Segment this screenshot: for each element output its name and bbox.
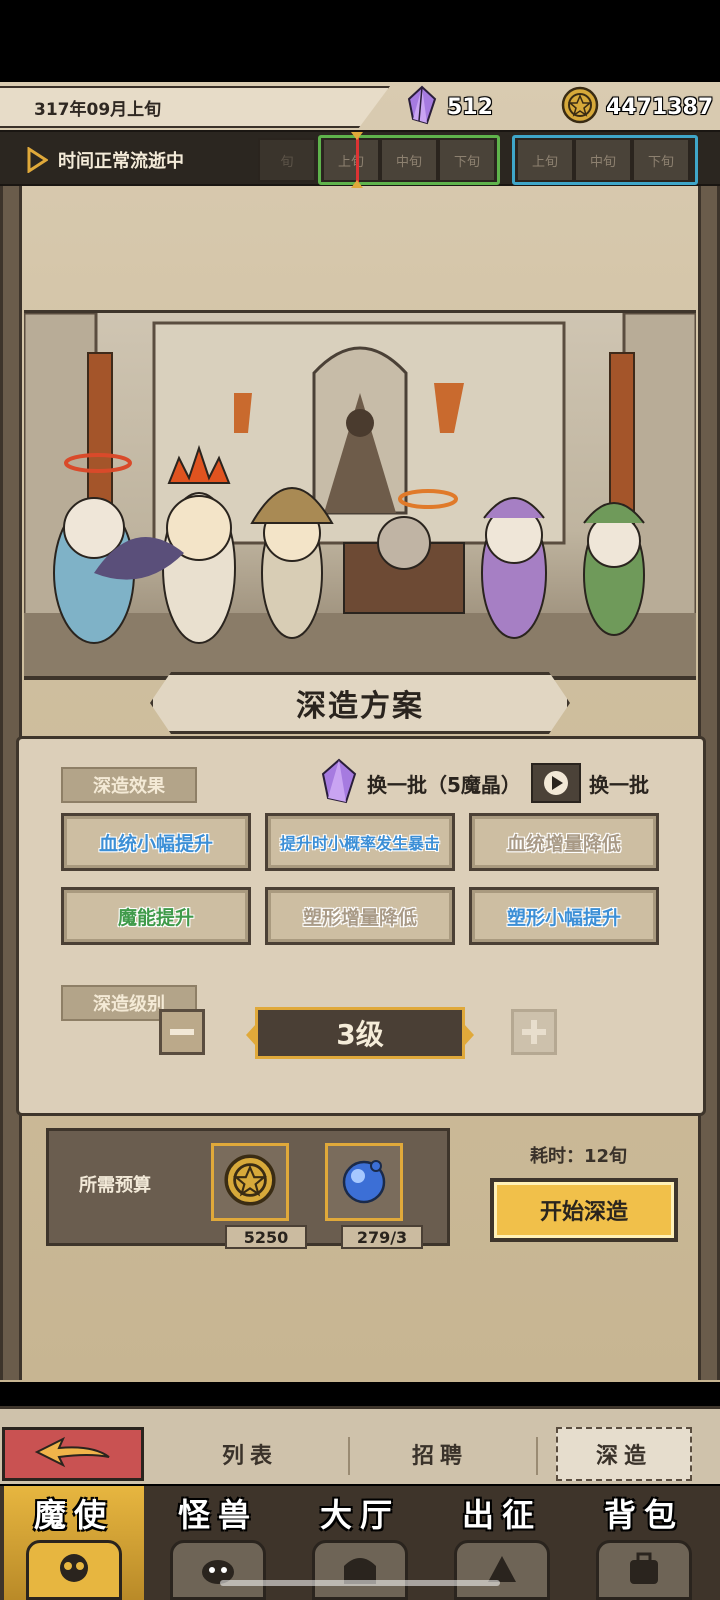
gold-coin-icon bbox=[222, 1152, 278, 1212]
tab-divider bbox=[348, 1437, 350, 1475]
effect-option[interactable]: 血统小幅提升 bbox=[61, 813, 251, 871]
effect-option[interactable]: 血统增量降低 bbox=[469, 813, 659, 871]
effect-label: 塑形小幅提升 bbox=[506, 906, 621, 929]
level-value: 3级 bbox=[336, 1018, 384, 1051]
nav-item-demon[interactable]: 魔使 bbox=[4, 1486, 144, 1600]
orb-cost-value: 279/3 bbox=[341, 1225, 423, 1249]
effect-option[interactable]: 魔能提升 bbox=[61, 887, 251, 945]
characters-scene bbox=[24, 310, 696, 680]
nav-label: 出征 bbox=[461, 1496, 542, 1534]
nav-item-backpack[interactable]: 背包 bbox=[574, 1486, 714, 1600]
time-cost: 耗时：12旬 bbox=[530, 1146, 628, 1167]
effect-label: 魔能提升 bbox=[117, 906, 194, 929]
date-banner: 317年09月上旬 bbox=[0, 86, 390, 128]
time-status-text: 时间正常流逝中 bbox=[58, 151, 184, 172]
video-icon bbox=[531, 763, 581, 803]
time-marker bbox=[351, 132, 363, 188]
crystal-icon bbox=[319, 758, 359, 809]
decrease-level-button[interactable] bbox=[159, 1009, 205, 1055]
back-button[interactable] bbox=[2, 1427, 144, 1481]
back-arrow-icon bbox=[33, 1435, 113, 1473]
level-display: 3级 bbox=[246, 1007, 474, 1059]
orb-cost-item[interactable] bbox=[325, 1143, 403, 1221]
crystal-count: 512 bbox=[447, 94, 493, 120]
nav-label: 大厅 bbox=[319, 1496, 400, 1534]
nav-label: 背包 bbox=[603, 1496, 684, 1534]
monster-icon bbox=[170, 1540, 266, 1600]
tab-study[interactable]: 深造 bbox=[556, 1427, 692, 1481]
swap-video-button[interactable]: 换一批 bbox=[531, 759, 649, 807]
status-bar-area bbox=[0, 0, 720, 82]
effect-option[interactable]: 塑形增量降低 bbox=[265, 887, 455, 945]
nav-label: 魔使 bbox=[33, 1496, 114, 1534]
blue-orb-icon bbox=[336, 1152, 392, 1212]
level-selector: 3级 bbox=[19, 1007, 703, 1067]
tab-list[interactable]: 列表 bbox=[170, 1427, 330, 1481]
scene-title: 深造方案 bbox=[150, 672, 570, 734]
scene-illustration bbox=[24, 313, 696, 676]
home-indicator bbox=[220, 1580, 500, 1586]
next-month-box bbox=[512, 135, 698, 185]
backpack-icon bbox=[596, 1540, 692, 1600]
effect-option[interactable]: 提升时小概率发生暴击 bbox=[265, 813, 455, 871]
gold-coin-icon bbox=[560, 85, 600, 129]
increase-level-button[interactable] bbox=[511, 1009, 557, 1055]
study-panel: 深造效果 换一批（5魔晶） 换一批 血统小幅提升 提升时小概率发生暴击 血统增量… bbox=[16, 736, 706, 1116]
time-bar: 时间正常流逝中 旬 上旬 中旬 下旬 上旬 中旬 下旬 bbox=[0, 130, 720, 188]
effect-label: 血统增量降低 bbox=[506, 832, 621, 855]
start-study-label: 开始深造 bbox=[539, 1200, 628, 1225]
scene-title-text: 深造方案 bbox=[296, 689, 424, 724]
hall-icon bbox=[312, 1540, 408, 1600]
budget-label: 所需预算 bbox=[79, 1175, 151, 1196]
effect-tag: 深造效果 bbox=[61, 767, 197, 803]
swap-crystal-label: 换一批（5魔晶） bbox=[367, 772, 521, 797]
swap-video-label: 换一批 bbox=[589, 772, 649, 797]
gold-cost-value: 5250 bbox=[225, 1225, 307, 1249]
expedition-icon bbox=[454, 1540, 550, 1600]
swap-crystal-button[interactable]: 换一批（5魔晶） bbox=[319, 758, 521, 809]
effect-label: 塑形增量降低 bbox=[302, 906, 417, 929]
start-study-button[interactable]: 开始深造 bbox=[490, 1178, 678, 1242]
play-icon bbox=[26, 146, 49, 174]
budget-box: 所需预算 5250 279/3 bbox=[46, 1128, 450, 1249]
crystal-icon bbox=[405, 85, 439, 129]
current-month-box bbox=[318, 135, 500, 185]
nav-label: 怪兽 bbox=[177, 1496, 258, 1534]
time-segment: 旬 bbox=[258, 138, 316, 182]
effect-option[interactable]: 塑形小幅提升 bbox=[469, 887, 659, 945]
tab-divider bbox=[536, 1437, 538, 1475]
date-text: 317年09月上旬 bbox=[34, 99, 162, 120]
gold-cost-item[interactable] bbox=[211, 1143, 289, 1221]
gold-resource[interactable]: 4471387 bbox=[560, 86, 713, 128]
gold-count: 4471387 bbox=[606, 94, 714, 120]
effect-label: 血统小幅提升 bbox=[98, 832, 213, 855]
crystal-resource[interactable]: 512 bbox=[405, 85, 493, 129]
sub-tabs: 列表 招聘 深造 bbox=[0, 1406, 720, 1484]
demon-skull-icon bbox=[26, 1540, 122, 1600]
time-status[interactable]: 时间正常流逝中 bbox=[26, 132, 184, 188]
tab-recruit[interactable]: 招聘 bbox=[360, 1427, 520, 1481]
effect-label: 提升时小概率发生暴击 bbox=[279, 834, 440, 853]
